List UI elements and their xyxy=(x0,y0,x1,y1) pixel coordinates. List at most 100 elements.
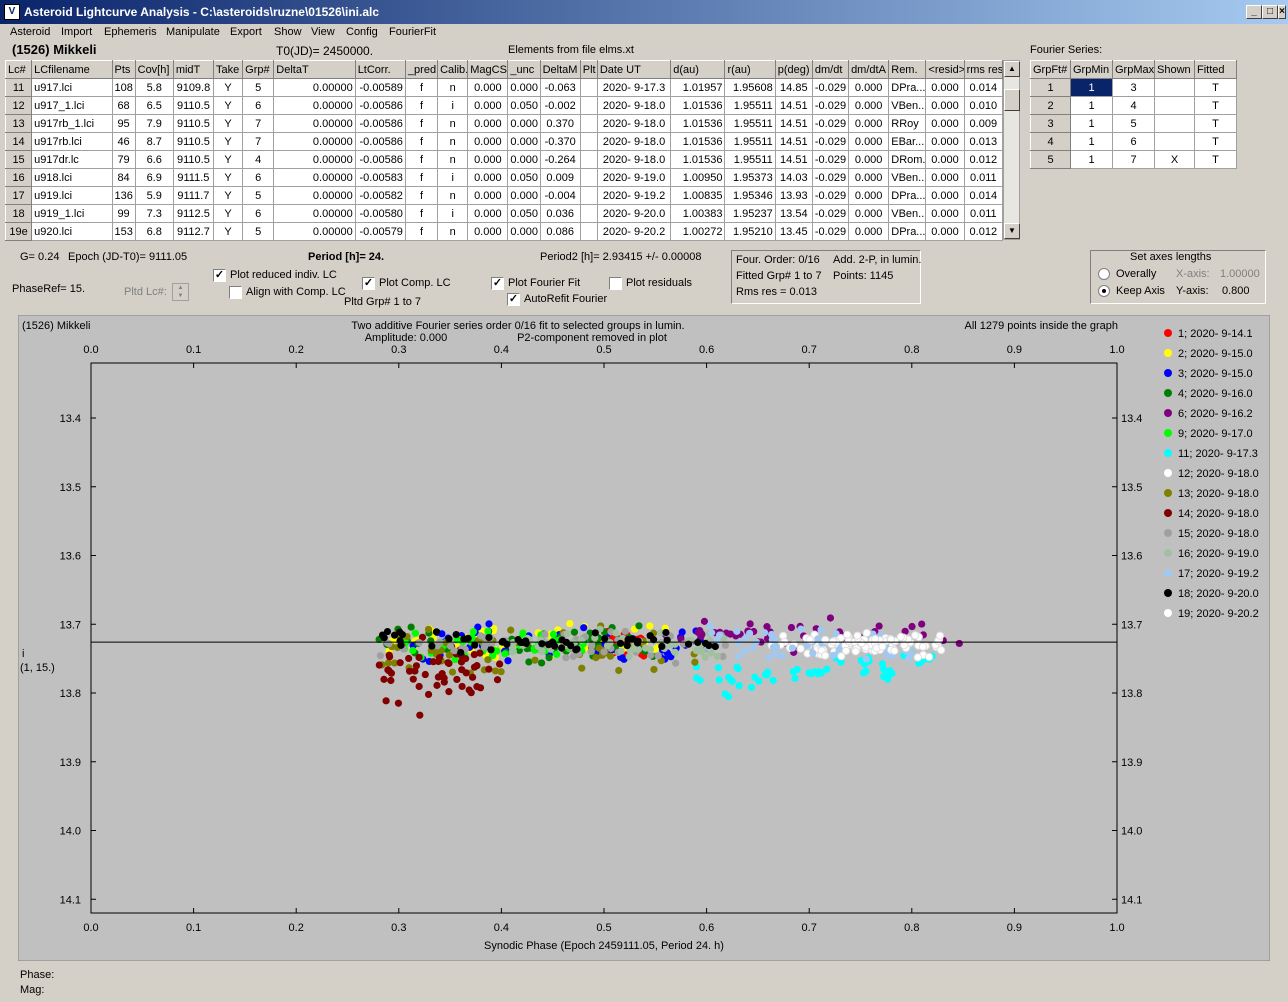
lc-cell[interactable]: f xyxy=(404,78,439,97)
lc-cell[interactable]: 15 xyxy=(4,150,33,169)
lc-cell[interactable]: n xyxy=(437,132,469,151)
lc-table-row[interactable]: 14 u917rb.lci 46 8.7 9110.5 Y 7 0.00000 -0.00586… xyxy=(4,132,1004,151)
lc-cell[interactable]: 0.009 xyxy=(963,114,1004,133)
lc-cell[interactable]: u917rb.lci xyxy=(31,132,113,151)
lc-cell[interactable]: 2020- 9-18.0 xyxy=(596,114,672,133)
lc-cell[interactable]: 9111.5 xyxy=(172,168,215,187)
lc-cell[interactable]: -0.029 xyxy=(811,168,850,187)
lc-cell[interactable]: 2020- 9-18.0 xyxy=(596,96,672,115)
lc-cell[interactable]: 2020- 9-19.2 xyxy=(596,186,672,205)
lc-cell[interactable]: -0.004 xyxy=(539,186,581,205)
plot-reduced-checkbox[interactable]: ✓ xyxy=(213,269,226,282)
fourier-cell[interactable]: 2 xyxy=(1030,96,1071,115)
fourier-cell[interactable]: 1 xyxy=(1030,78,1071,97)
lc-cell[interactable]: 0.086 xyxy=(539,222,581,241)
fourier-table-row[interactable]: 517XT xyxy=(1030,150,1237,169)
pltd-lc-spinner[interactable]: ▲ ▼ xyxy=(172,283,189,301)
lc-cell[interactable]: 1.95346 xyxy=(724,186,776,205)
menu-fourierfit[interactable]: FourierFit xyxy=(389,26,436,38)
lc-cell[interactable]: 0.000 xyxy=(507,114,541,133)
lc-cell[interactable]: DPra... xyxy=(888,222,927,241)
lc-cell[interactable]: 6.6 xyxy=(134,150,174,169)
lc-cell[interactable]: 1.01536 xyxy=(670,96,726,115)
lc-cell[interactable]: Y xyxy=(212,78,244,97)
lc-cell[interactable]: 13.54 xyxy=(774,204,813,223)
lc-cell[interactable]: 0.000 xyxy=(925,132,965,151)
lc-cell[interactable]: Y xyxy=(212,150,244,169)
fourier-cell[interactable]: 3 xyxy=(1112,78,1155,97)
menu-show[interactable]: Show xyxy=(274,26,302,38)
lc-cell[interactable]: -0.00586 xyxy=(354,114,406,133)
lc-cell[interactable]: u917_1.lci xyxy=(31,96,113,115)
lc-cell[interactable] xyxy=(579,186,598,205)
lc-cell[interactable]: 14.51 xyxy=(774,114,813,133)
lc-cell[interactable]: 7 xyxy=(242,132,275,151)
lc-cell[interactable]: 0.000 xyxy=(467,78,509,97)
fourier-cell[interactable]: 1 xyxy=(1070,150,1113,169)
lc-col-header[interactable]: dm/dtA xyxy=(848,60,890,79)
lc-cell[interactable]: Y xyxy=(212,222,244,241)
lc-col-header[interactable]: Grp# xyxy=(242,60,275,79)
lc-cell[interactable]: n xyxy=(437,150,469,169)
lc-table-row[interactable]: 11 u917.lci 108 5.8 9109.8 Y 5 0.00000 -0.00589 f… xyxy=(4,78,1004,97)
lc-cell[interactable]: 14 xyxy=(4,132,33,151)
lc-cell[interactable]: 0.00000 xyxy=(273,186,356,205)
lc-col-header[interactable]: DeltaM xyxy=(539,60,581,79)
lc-col-header[interactable]: LtCorr. xyxy=(354,60,406,79)
fourier-table-row[interactable]: 315 T xyxy=(1030,114,1237,133)
lc-cell[interactable]: 9110.5 xyxy=(172,114,215,133)
lc-cell[interactable]: 14.51 xyxy=(774,96,813,115)
lc-col-header[interactable]: LCfilename xyxy=(31,60,113,79)
lc-cell[interactable]: 0.000 xyxy=(848,78,890,97)
lc-cell[interactable]: DPra... xyxy=(888,186,927,205)
lc-cell[interactable]: f xyxy=(404,186,439,205)
menu-view[interactable]: View xyxy=(311,26,335,38)
lc-cell[interactable]: 6 xyxy=(242,168,275,187)
lc-cell[interactable]: 0.370 xyxy=(539,114,581,133)
lc-cell[interactable]: 0.000 xyxy=(925,78,965,97)
lc-cell[interactable]: 0.00000 xyxy=(273,204,356,223)
lc-cell[interactable]: u917.lci xyxy=(31,78,113,97)
close-button[interactable]: × xyxy=(1278,5,1286,19)
lc-cell[interactable]: 1.95511 xyxy=(724,96,776,115)
lc-cell[interactable]: 0.012 xyxy=(963,150,1004,169)
lc-cell[interactable]: f xyxy=(404,96,439,115)
fourier-cell[interactable]: 3 xyxy=(1030,114,1071,133)
lc-cell[interactable]: 12 xyxy=(4,96,33,115)
lc-col-header[interactable]: r(au) xyxy=(724,60,776,79)
fourier-col-header[interactable]: GrpMin xyxy=(1070,60,1113,79)
menu-ephemeris[interactable]: Ephemeris xyxy=(104,26,157,38)
lc-cell[interactable]: -0.00586 xyxy=(354,132,406,151)
fourier-cell[interactable] xyxy=(1154,132,1195,151)
lc-cell[interactable]: 11 xyxy=(4,78,33,97)
lc-cell[interactable]: 1.00272 xyxy=(670,222,726,241)
minimize-button[interactable]: _ xyxy=(1246,5,1262,19)
lc-cell[interactable]: 0.000 xyxy=(467,96,509,115)
lc-cell[interactable]: 14.85 xyxy=(774,78,813,97)
lc-cell[interactable]: 1.95511 xyxy=(724,114,776,133)
lc-cell[interactable]: 0.012 xyxy=(963,222,1004,241)
lc-cell[interactable]: 1.01536 xyxy=(670,132,726,151)
lc-cell[interactable]: 8.7 xyxy=(134,132,174,151)
lc-cell[interactable]: 0.000 xyxy=(925,204,965,223)
lc-cell[interactable]: 9109.8 xyxy=(172,78,215,97)
lc-cell[interactable]: -0.00579 xyxy=(354,222,406,241)
lc-col-header[interactable]: p(deg) xyxy=(774,60,813,79)
lc-cell[interactable]: u918.lci xyxy=(31,168,113,187)
lc-cell[interactable]: -0.029 xyxy=(811,150,850,169)
lc-cell[interactable]: 6 xyxy=(242,204,275,223)
lc-cell[interactable]: 2020- 9-19.0 xyxy=(596,168,672,187)
lc-cell[interactable]: -0.370 xyxy=(539,132,581,151)
menu-config[interactable]: Config xyxy=(346,26,378,38)
lc-cell[interactable]: 0.013 xyxy=(963,132,1004,151)
lc-cell[interactable]: f xyxy=(404,150,439,169)
menu-import[interactable]: Import xyxy=(61,26,92,38)
plot-residuals-checkbox[interactable] xyxy=(609,277,622,290)
fourier-cell[interactable] xyxy=(1154,114,1195,133)
lc-table-row[interactable]: 13 u917rb_1.lci 95 7.9 9110.5 Y 7 0.00000 -0.005… xyxy=(4,114,1004,133)
lc-cell[interactable]: i xyxy=(437,168,469,187)
lc-col-header[interactable]: Rem. xyxy=(888,60,927,79)
lc-cell[interactable]: 0.000 xyxy=(848,222,890,241)
lc-cell[interactable]: 0.014 xyxy=(963,186,1004,205)
lc-cell[interactable]: 1.95210 xyxy=(724,222,776,241)
